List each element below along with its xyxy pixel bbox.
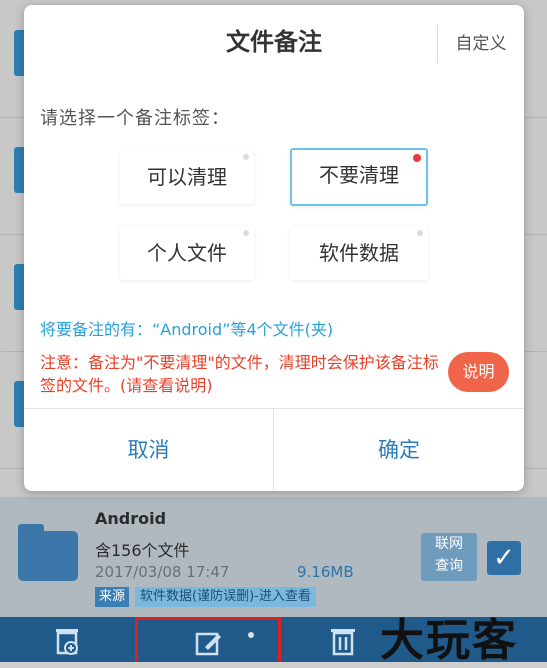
selected-dot	[413, 154, 421, 162]
option-software-data[interactable]: 软件数据	[290, 226, 428, 280]
option-dot	[243, 154, 249, 160]
online-lookup-button[interactable]: 联网 查询	[421, 533, 477, 581]
folder-icon	[18, 524, 78, 581]
file-name: Android	[95, 509, 167, 528]
option-dot	[243, 230, 249, 236]
ok-button[interactable]: 确定	[274, 409, 524, 491]
edit-icon	[195, 632, 221, 655]
edit-note-button[interactable]	[135, 617, 281, 662]
option-label: 可以清理	[147, 165, 227, 189]
option-dot	[417, 230, 423, 236]
file-date: 2017/03/08 17:47	[95, 563, 230, 581]
custom-button[interactable]: 自定义	[437, 25, 524, 63]
file-count: 含156个文件	[95, 541, 190, 560]
option-do-not-clean[interactable]: 不要清理	[290, 148, 428, 206]
dialog-actions: 取消 确定	[24, 408, 524, 491]
option-label: 不要清理	[319, 163, 399, 187]
checkbox-checked-icon[interactable]: ✓	[487, 541, 521, 575]
file-size: 9.16MB	[297, 563, 354, 581]
delete-icon[interactable]	[298, 617, 388, 662]
selected-file-item[interactable]: Android 含156个文件 2017/03/08 17:47 9.16MB …	[0, 497, 547, 617]
selection-info: 将要备注的有：“Android”等4个文件(夹)	[40, 320, 334, 339]
file-note-dialog: 文件备注 自定义 请选择一个备注标签： 可以清理 不要清理 个人文件 软件数据 …	[24, 5, 524, 491]
explain-button[interactable]: 说明	[448, 352, 509, 392]
file-tag-link[interactable]: 软件数据(谨防误删)-进入查看	[135, 587, 316, 607]
option-can-clean[interactable]: 可以清理	[120, 150, 254, 204]
cancel-button[interactable]: 取消	[24, 409, 274, 491]
notification-dot	[248, 632, 254, 638]
option-label: 软件数据	[319, 241, 399, 265]
source-badge: 来源	[95, 587, 130, 607]
warning-text: 注意：备注为"不要清理"的文件，清理时会保护该备注标签的文件。(请查看说明)	[40, 353, 439, 395]
add-to-trash-icon[interactable]	[22, 617, 112, 662]
watermark-logo: 大玩客	[380, 615, 518, 666]
option-label: 个人文件	[147, 241, 227, 265]
option-personal-files[interactable]: 个人文件	[120, 226, 254, 280]
prompt-label: 请选择一个备注标签：	[40, 108, 230, 129]
